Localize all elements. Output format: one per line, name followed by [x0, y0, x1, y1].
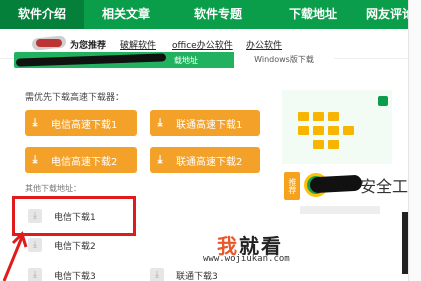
ad-subline [300, 206, 380, 214]
button-label: 联通高速下载1 [176, 119, 243, 131]
tab-download-web[interactable]: 载地址 [174, 55, 198, 66]
tab-software-intro[interactable]: 软件介绍 [0, 0, 84, 29]
folders-icon [298, 112, 358, 150]
redaction-mark-inner [36, 39, 62, 47]
download-arrow-icon: ⤓ [32, 153, 38, 166]
recommend-link-crack[interactable]: 破解软件 [120, 38, 156, 51]
tab-download-windows[interactable]: Windows版下载 [234, 52, 334, 68]
highlight-arrow [2, 231, 28, 281]
recommend-link-office-software[interactable]: 办公软件 [246, 38, 282, 51]
download-tabs: 载地址 Windows版下载 [14, 52, 334, 68]
button-label: 联通高速下载2 [176, 156, 243, 168]
ad-badge: 推荐 [284, 172, 300, 200]
unicom-highspeed-download-1-button[interactable]: ⤓ 联通高速下载1 [150, 110, 260, 136]
button-label: 电信高速下载1 [51, 119, 118, 131]
download-arrow-icon: ⤓ [157, 116, 163, 129]
tab-download-address[interactable]: 下载地址 [268, 0, 358, 29]
redaction-mark [309, 174, 363, 194]
tab-software-topics[interactable]: 软件专题 [168, 0, 268, 29]
link-label: 联通下载3 [176, 271, 218, 281]
high-speed-label: 需优先下载高速下载器： [25, 93, 125, 103]
download-arrow-icon: ⤓ [32, 116, 38, 129]
redaction-mark [15, 53, 167, 67]
watermark-url: www.wojiukan.com [203, 254, 290, 264]
button-label: 电信高速下载2 [51, 156, 118, 168]
recommend-label: 为您推荐 [70, 41, 107, 51]
highlight-box [12, 196, 136, 236]
unicom-download-3-link[interactable]: ⤓ 联通下载3 [150, 268, 218, 281]
recommend-link-office[interactable]: office办公软件 [172, 38, 233, 51]
unicom-highspeed-download-2-button[interactable]: ⤓ 联通高速下载2 [150, 147, 260, 173]
other-download-label: 其他下载地址： [25, 184, 81, 193]
ad-corner-icon [378, 96, 388, 106]
telecom-highspeed-download-2-button[interactable]: ⤓ 电信高速下载2 [25, 147, 137, 173]
download-arrow-icon: ⤓ [157, 153, 163, 166]
ad-banner[interactable] [282, 90, 392, 164]
ad-brand-text[interactable]: 安全工 [360, 173, 408, 197]
window-edge [408, 0, 421, 281]
telecom-highspeed-download-1-button[interactable]: ⤓ 电信高速下载1 [25, 110, 137, 136]
top-nav: 软件介绍 相关文章 软件专题 下载地址 网友评论 [0, 0, 421, 29]
download-arrow-icon: ⤓ [150, 268, 164, 281]
link-label: 电信下载3 [54, 271, 96, 281]
tab-related-articles[interactable]: 相关文章 [84, 0, 168, 29]
link-label: 电信下载2 [54, 241, 96, 252]
